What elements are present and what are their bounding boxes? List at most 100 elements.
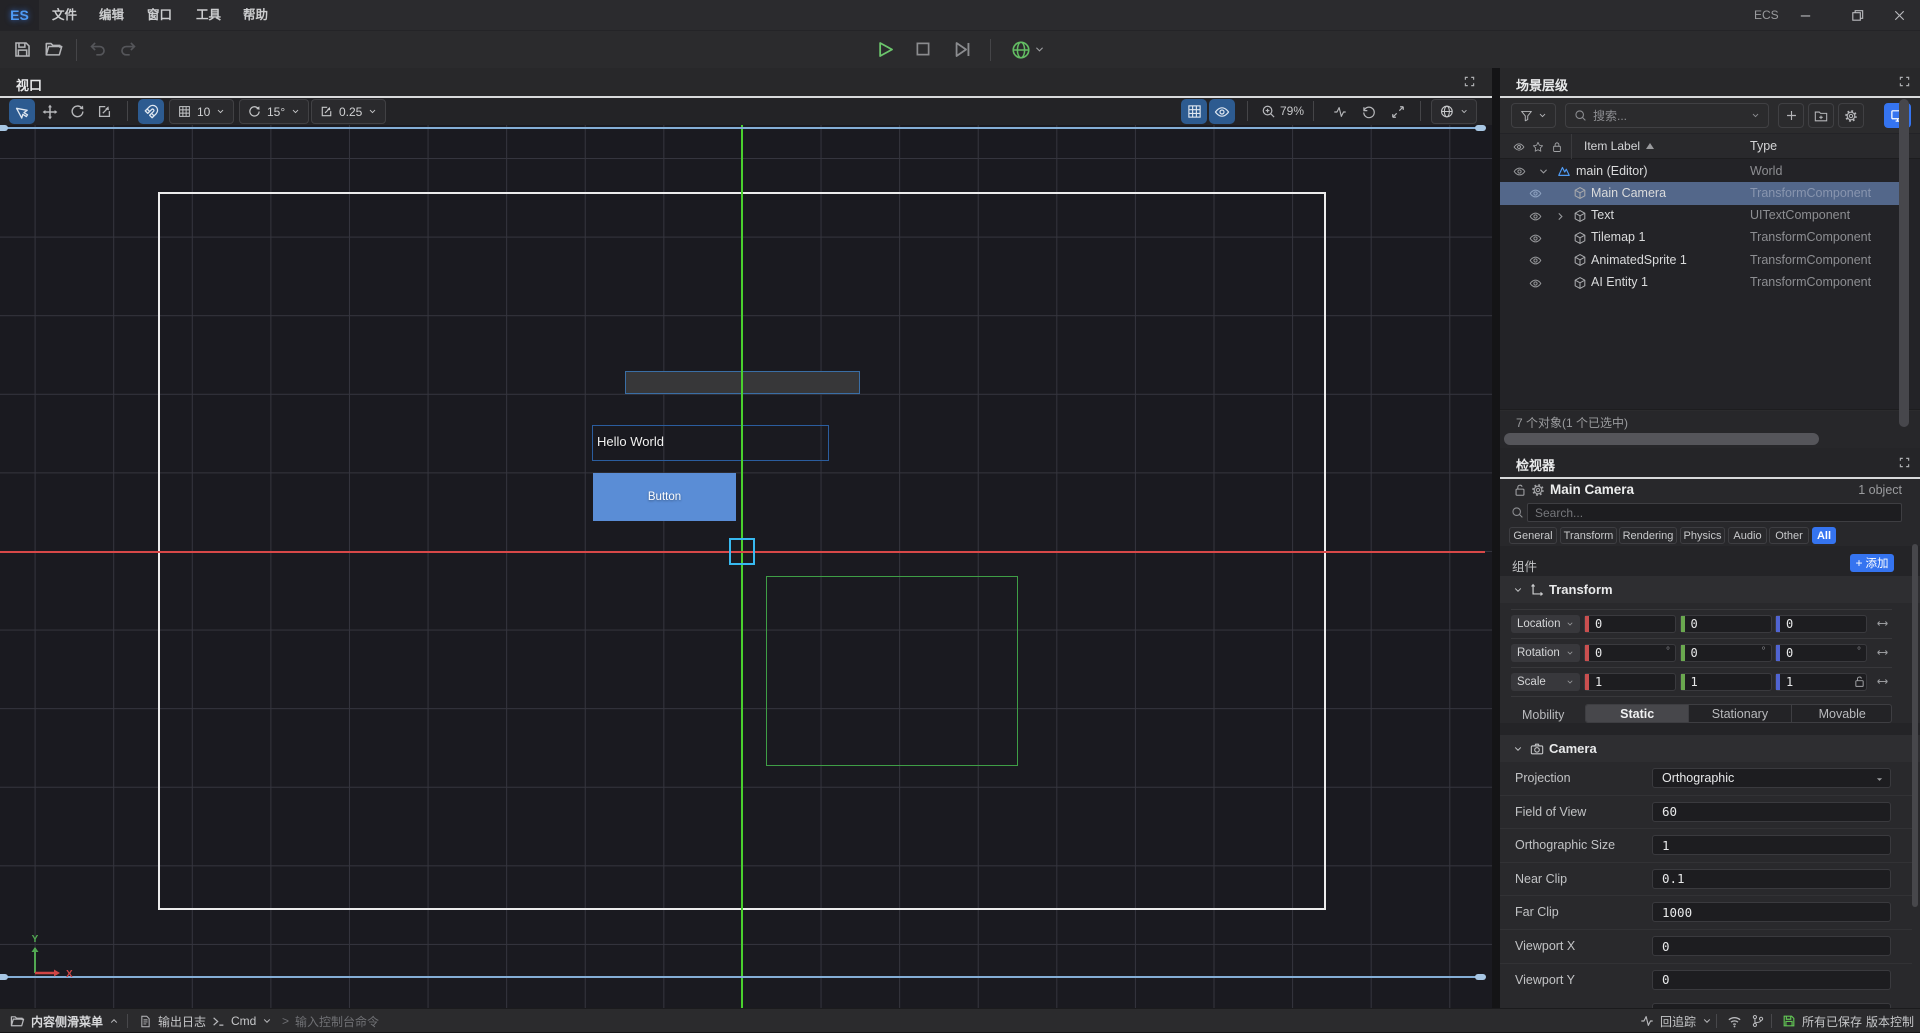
property-field[interactable]: 0	[1652, 970, 1891, 990]
grid-toggle-button[interactable]	[1181, 99, 1207, 124]
network-status-icon[interactable]	[1727, 1009, 1742, 1033]
hierarchy-row-text[interactable]: TextUITextComponent	[1500, 205, 1906, 227]
open-folder-icon[interactable]	[44, 40, 63, 59]
tab-other[interactable]: Other	[1769, 527, 1809, 544]
property-field[interactable]: 1000	[1652, 902, 1891, 922]
visibility-column-icon[interactable]	[1513, 141, 1525, 153]
menu-item-tools[interactable]: 工具	[196, 0, 221, 30]
hierarchy-hscrollbar[interactable]	[1504, 433, 1819, 445]
scale-snap-dropdown[interactable]: 0.25	[311, 99, 386, 124]
lock-column-icon[interactable]	[1551, 141, 1563, 153]
canvas-guide-bottom[interactable]	[0, 976, 1485, 978]
hierarchy-new-folder-button[interactable]	[1808, 103, 1834, 128]
inspector-vscrollbar[interactable]	[1912, 544, 1918, 907]
viewport-expand-icon[interactable]	[1464, 76, 1475, 87]
hierarchy-filter-button[interactable]	[1511, 103, 1556, 128]
menu-item-help[interactable]: 帮助	[243, 0, 268, 30]
location-y-field[interactable]: 0	[1680, 615, 1772, 633]
property-field[interactable]: 0	[1652, 936, 1891, 956]
reset-row-icon[interactable]	[1876, 617, 1889, 630]
reset-row-icon[interactable]	[1876, 675, 1889, 688]
row-collapse-icon[interactable]	[1538, 166, 1549, 177]
app-logo[interactable]: ES	[0, 0, 39, 30]
item-label-column-group[interactable]: Item Label	[1584, 139, 1654, 153]
hierarchy-row-main-camera[interactable]: Main CameraTransformComponent	[1500, 182, 1906, 204]
row-visibility-eye-icon[interactable]	[1529, 210, 1542, 223]
cmd-dropdown[interactable]: Cmd	[212, 1009, 272, 1033]
visibility-toggle-button[interactable]	[1209, 99, 1235, 124]
reset-row-icon[interactable]	[1876, 646, 1889, 659]
console-input[interactable]: > 输入控制台命令	[282, 1009, 379, 1033]
output-log-button[interactable]: 输出日志	[139, 1009, 206, 1033]
rotate-snap-dropdown[interactable]: 15°	[239, 99, 309, 124]
hierarchy-row-main-editor[interactable]: main (Editor)World	[1500, 160, 1906, 182]
sprite-bounds-rect[interactable]	[766, 576, 1018, 766]
hierarchy-settings-button[interactable]	[1838, 103, 1864, 128]
save-icon[interactable]	[13, 40, 32, 59]
guide-handle[interactable]	[0, 974, 8, 980]
tab-rendering[interactable]: Rendering	[1619, 527, 1677, 544]
menu-item-edit[interactable]: 编辑	[99, 0, 124, 30]
content-drawer-button[interactable]: 内容侧滑菜单	[10, 1009, 119, 1033]
redo-icon[interactable]	[119, 40, 138, 59]
selection-box[interactable]	[729, 538, 755, 565]
tab-physics[interactable]: Physics	[1680, 527, 1725, 544]
favorite-column-icon[interactable]	[1532, 141, 1544, 153]
maximize-button[interactable]	[1842, 0, 1872, 30]
step-button[interactable]	[953, 40, 972, 59]
undo-icon[interactable]	[88, 40, 107, 59]
guide-handle[interactable]	[1475, 125, 1486, 131]
location-x-field[interactable]: 0	[1584, 615, 1676, 633]
mobility-option-movable[interactable]: Movable	[1791, 705, 1892, 722]
rotation-z-field[interactable]: 0°	[1775, 644, 1867, 662]
stop-button[interactable]	[914, 40, 933, 59]
hierarchy-row-ai-entity-1[interactable]: AI Entity 1TransformComponent	[1500, 272, 1906, 294]
column-type[interactable]: Type	[1750, 139, 1777, 153]
close-button[interactable]	[1884, 0, 1914, 30]
reset-view-button[interactable]	[1358, 99, 1380, 124]
launch-globe-button[interactable]	[1011, 40, 1030, 59]
guide-handle[interactable]	[1475, 974, 1486, 980]
property-field[interactable]: 0.1	[1652, 869, 1891, 889]
stats-toggle-button[interactable]	[1329, 99, 1351, 124]
snap-magnet-button[interactable]	[138, 99, 164, 124]
scene-text-hello-world[interactable]: Hello World	[597, 434, 664, 449]
location-axis-dropdown[interactable]: Location	[1511, 615, 1580, 633]
inspector-search-input[interactable]: Search...	[1527, 503, 1902, 522]
select-tool-button[interactable]	[9, 99, 35, 124]
hierarchy-vscrollbar[interactable]	[1899, 99, 1909, 427]
hierarchy-row-tilemap-1[interactable]: Tilemap 1TransformComponent	[1500, 227, 1906, 249]
tab-audio[interactable]: Audio	[1728, 527, 1767, 544]
scale-x-field[interactable]: 1	[1584, 673, 1676, 691]
save-status[interactable]: 所有已保存	[1782, 1009, 1862, 1033]
move-tool-button[interactable]	[37, 99, 63, 124]
guide-handle[interactable]	[0, 125, 8, 131]
tab-general[interactable]: General	[1509, 527, 1557, 544]
mobility-option-stationary[interactable]: Stationary	[1688, 705, 1790, 722]
minimize-button[interactable]	[1790, 0, 1820, 30]
canvas-guide-top[interactable]	[0, 127, 1485, 129]
property-field[interactable]: 1	[1652, 835, 1891, 855]
git-branch-icon[interactable]	[1751, 1009, 1765, 1033]
fullscreen-view-button[interactable]	[1387, 99, 1409, 124]
row-visibility-eye-icon[interactable]	[1529, 254, 1542, 267]
menu-item-window[interactable]: 窗口	[147, 0, 172, 30]
location-z-field[interactable]: 0	[1775, 615, 1867, 633]
rotation-y-field[interactable]: 0°	[1680, 644, 1772, 662]
scale-tool-button[interactable]	[91, 99, 117, 124]
trace-dropdown[interactable]: 回追踪	[1640, 1009, 1712, 1033]
hierarchy-expand-icon[interactable]	[1899, 76, 1910, 87]
row-expand-icon[interactable]	[1555, 211, 1566, 222]
row-visibility-eye-icon[interactable]	[1529, 277, 1542, 290]
hierarchy-add-button[interactable]	[1778, 103, 1804, 128]
version-control-button[interactable]: 版本控制	[1866, 1009, 1914, 1033]
uniform-scale-lock-icon[interactable]	[1853, 675, 1866, 688]
tab-transform[interactable]: Transform	[1560, 527, 1617, 544]
hierarchy-search-box[interactable]: 搜索...	[1565, 103, 1769, 128]
launch-chevron-icon[interactable]	[1034, 44, 1053, 63]
column-item-label[interactable]: Item Label	[1584, 139, 1640, 153]
add-component-button[interactable]: +添加	[1850, 554, 1894, 572]
sort-ascending-icon[interactable]	[1646, 143, 1654, 149]
world-mode-dropdown[interactable]	[1431, 99, 1477, 124]
tab-all[interactable]: All	[1812, 527, 1836, 544]
